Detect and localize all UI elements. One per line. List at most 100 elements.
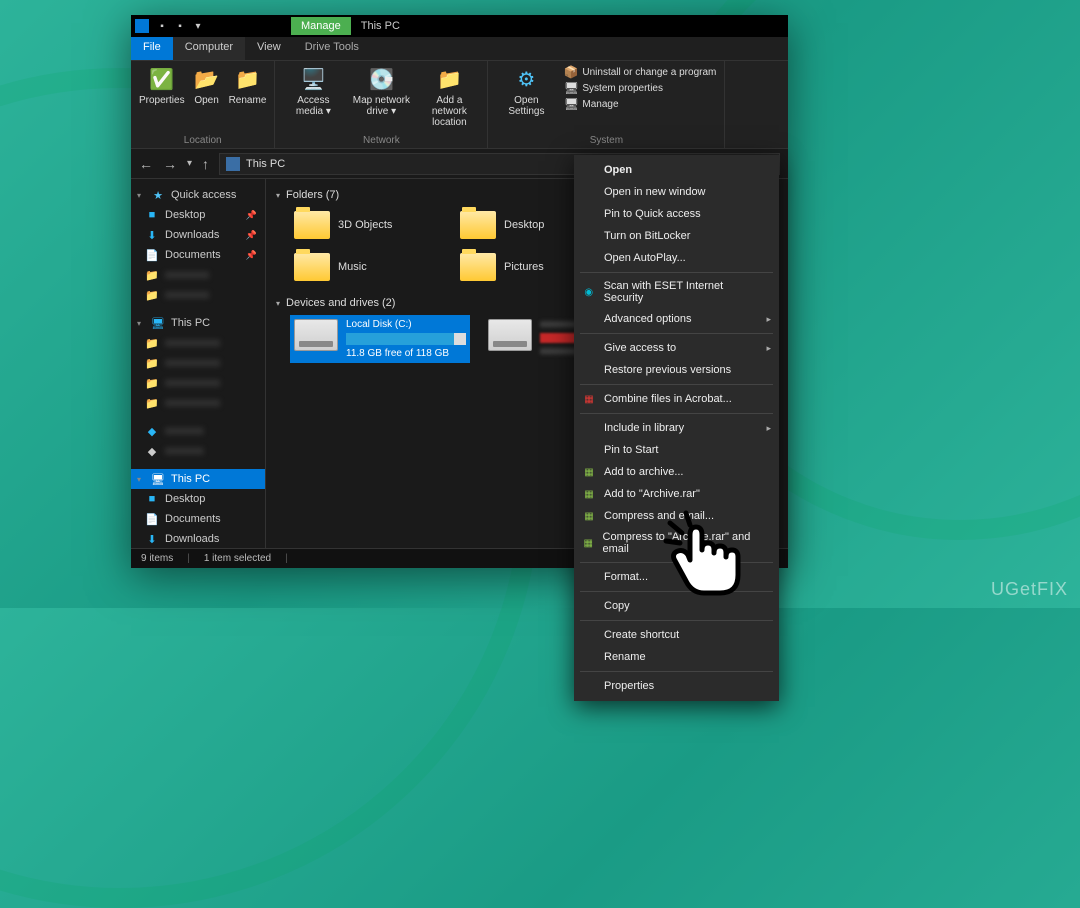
ctx-include-library[interactable]: Include in library▸	[574, 417, 779, 439]
sidebar-this-pc-selected[interactable]: ▾ 🖥 This PC	[131, 469, 265, 489]
qat-dropdown-icon[interactable]: ▾	[191, 19, 205, 33]
drive-icon: 💽	[367, 65, 395, 93]
ctx-open-new-window[interactable]: Open in new window	[574, 181, 779, 203]
ctx-compress-email[interactable]: ▦Compress and email...	[574, 505, 779, 527]
selected-count: 1 item selected	[204, 553, 271, 564]
ctx-compress-rar-email[interactable]: ▦Compress to "Archive.rar" and email	[574, 527, 779, 559]
ctx-pin-start[interactable]: Pin to Start	[574, 439, 779, 461]
star-icon: ★	[151, 188, 165, 202]
ctx-combine-acrobat[interactable]: ▦Combine files in Acrobat...	[574, 388, 779, 410]
forward-button[interactable]: →	[163, 156, 177, 172]
sidebar-item-documents[interactable]: 📄 Documents 📌	[131, 245, 265, 265]
ribbon-group-network: 🖥️ Access media ▾ 💽 Map network drive ▾ …	[275, 61, 488, 148]
ctx-properties[interactable]: Properties	[574, 675, 779, 697]
sidebar-item-downloads[interactable]: ⬇ Downloads 📌	[131, 225, 265, 245]
open-settings-button[interactable]: ⚙ Open Settings	[496, 65, 556, 117]
ctx-label: Open	[604, 164, 632, 176]
downloads-icon: ⬇	[145, 532, 159, 546]
system-properties-button[interactable]: 🖥 System properties	[564, 81, 716, 95]
documents-icon: 📄	[145, 248, 159, 262]
drive-local-disk-c[interactable]: Local Disk (C:) 11.8 GB free of 118 GB	[290, 315, 470, 363]
ctx-label: Open in new window	[604, 186, 706, 198]
ctx-create-shortcut[interactable]: Create shortcut	[574, 624, 779, 646]
chevron-right-icon: ▸	[766, 343, 771, 354]
winrar-icon: ▦	[582, 536, 595, 550]
sidebar-item-blurred[interactable]: 📁xxxxxxxx	[131, 265, 265, 285]
contextual-tab-manage[interactable]: Manage	[291, 17, 351, 35]
ctx-open[interactable]: Open	[574, 159, 779, 181]
sidebar-item-label: Quick access	[171, 189, 236, 201]
qat-icon[interactable]: ▪	[173, 19, 187, 33]
sidebar-item-desktop[interactable]: ■ Desktop	[131, 489, 265, 509]
group-label: Network	[283, 133, 479, 146]
sidebar-item-blurred[interactable]: ◆xxxxxxx	[131, 421, 265, 441]
ctx-autoplay[interactable]: Open AutoPlay...	[574, 247, 779, 269]
ctx-advanced-options[interactable]: Advanced options▸	[574, 308, 779, 330]
uninstall-program-button[interactable]: 📦 Uninstall or change a program	[564, 65, 716, 79]
sidebar-item-blurred[interactable]: 📁xxxxxxxx	[131, 285, 265, 305]
gear-icon: ⚙	[512, 65, 540, 93]
acrobat-icon: ▦	[582, 392, 596, 406]
manage-icon: 🖥	[564, 97, 578, 111]
access-media-button[interactable]: 🖥️ Access media ▾	[283, 65, 343, 128]
ribbon-tabs: File Computer View Drive Tools	[131, 37, 788, 61]
rename-button[interactable]: 📁 Rename	[229, 65, 267, 106]
ctx-add-rar[interactable]: ▦ Add to "Archive.rar"	[574, 483, 779, 505]
open-button[interactable]: 📂 Open	[193, 65, 221, 106]
ctx-label: Pin to Quick access	[604, 208, 701, 220]
chevron-down-icon: ▾	[137, 191, 145, 200]
folder-label: Desktop	[504, 219, 544, 231]
chevron-right-icon: ▸	[766, 314, 771, 325]
ctx-label: Add to "Archive.rar"	[604, 488, 700, 500]
documents-icon: 📄	[145, 512, 159, 526]
ctx-add-archive[interactable]: ▦Add to archive...	[574, 461, 779, 483]
sidebar-item-blurred[interactable]: 📁xxxxxxxxxx	[131, 333, 265, 353]
sidebar-item-label: Downloads	[165, 533, 219, 545]
ctx-label: Give access to	[604, 342, 676, 354]
sidebar-item-downloads[interactable]: ⬇ Downloads	[131, 529, 265, 548]
qat-icon[interactable]: ▪	[155, 19, 169, 33]
sidebar-item-blurred[interactable]: 📁xxxxxxxxxx	[131, 393, 265, 413]
back-button[interactable]: ←	[139, 156, 153, 172]
sidebar-quick-access[interactable]: ▾ ★ Quick access	[131, 185, 265, 205]
sidebar-this-pc[interactable]: ▾ 🖥 This PC	[131, 313, 265, 333]
ribbon-label: Open Settings	[496, 95, 556, 117]
sidebar-item-blurred[interactable]: 📁xxxxxxxxxx	[131, 353, 265, 373]
manage-button[interactable]: 🖥 Manage	[564, 97, 716, 111]
ctx-restore-versions[interactable]: Restore previous versions	[574, 359, 779, 381]
ctx-give-access[interactable]: Give access to ▸	[574, 337, 779, 359]
tab-drive-tools[interactable]: Drive Tools	[293, 37, 371, 60]
sidebar-item-documents[interactable]: 📄 Documents	[131, 509, 265, 529]
tab-view[interactable]: View	[245, 37, 293, 60]
map-drive-button[interactable]: 💽 Map network drive ▾	[351, 65, 411, 128]
ribbon-label: Add a network location	[419, 95, 479, 128]
ctx-eset-scan[interactable]: ◉Scan with ESET Internet Security	[574, 276, 779, 308]
tab-computer[interactable]: Computer	[173, 37, 245, 60]
ctx-label: Compress and email...	[604, 510, 714, 522]
up-button[interactable]: ↑	[202, 156, 209, 172]
ribbon: ✅ Properties 📂 Open 📁 Rename Location 🖥️…	[131, 61, 788, 149]
ctx-bitlocker[interactable]: Turn on BitLocker	[574, 225, 779, 247]
pin-icon: 📌	[246, 230, 257, 241]
sidebar-item-label: Documents	[165, 513, 221, 525]
ctx-pin-quick-access[interactable]: Pin to Quick access	[574, 203, 779, 225]
folder-3d-objects[interactable]: 3D Objects	[290, 207, 450, 243]
ctx-format[interactable]: Format...	[574, 566, 779, 588]
sidebar-item-label: Documents	[165, 249, 221, 261]
tab-file[interactable]: File	[131, 37, 173, 60]
folder-icon	[294, 211, 330, 239]
ribbon-label: Uninstall or change a program	[582, 67, 716, 78]
winrar-icon: ▦	[582, 487, 596, 501]
winrar-icon: ▦	[582, 465, 596, 479]
rename-icon: 📁	[233, 65, 261, 93]
ctx-copy[interactable]: Copy	[574, 595, 779, 617]
properties-button[interactable]: ✅ Properties	[139, 65, 185, 106]
folder-music[interactable]: Music	[290, 249, 450, 285]
recent-locations-button[interactable]: ▾	[187, 158, 192, 169]
sidebar-item-blurred[interactable]: ◆xxxxxxx	[131, 441, 265, 461]
ctx-rename[interactable]: Rename	[574, 646, 779, 668]
add-network-location-button[interactable]: 📁 Add a network location	[419, 65, 479, 128]
sidebar-item-desktop[interactable]: ■ Desktop 📌	[131, 205, 265, 225]
sidebar-item-blurred[interactable]: 📁xxxxxxxxxx	[131, 373, 265, 393]
ctx-label: Restore previous versions	[604, 364, 731, 376]
